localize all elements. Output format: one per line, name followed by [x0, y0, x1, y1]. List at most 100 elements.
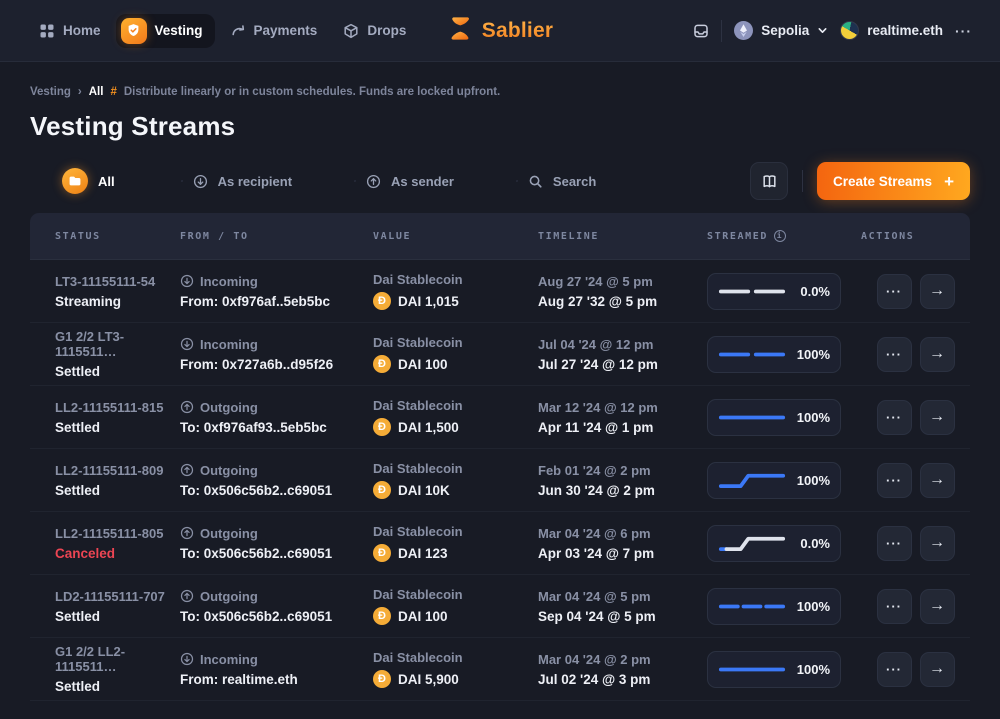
table-body: LT3-11155111-54 Streaming Incoming From:…: [30, 260, 970, 701]
actions-cell: ··· →: [861, 463, 970, 498]
stream-id: LL2-11155111-809: [55, 463, 180, 478]
streamed-sparkline: [718, 281, 786, 302]
dai-coin-icon: Ð: [373, 418, 391, 436]
stream-status: Settled: [55, 679, 180, 694]
row-open-button[interactable]: →: [920, 526, 955, 561]
nav-item-label: Payments: [254, 23, 318, 38]
row-open-button[interactable]: →: [920, 463, 955, 498]
navbar: HomeVesting Payments Drops Sablier: [0, 0, 1000, 62]
actions-cell: ··· →: [861, 526, 970, 561]
row-open-button[interactable]: →: [920, 652, 955, 687]
counterparty: To: 0x506c56b2..c69051: [180, 609, 373, 624]
row-menu-button[interactable]: ···: [877, 652, 912, 687]
table-row[interactable]: G1 2/2 LT3-1115511… Settled Incoming Fro…: [30, 323, 970, 386]
stream-id: LL2-11155111-815: [55, 400, 180, 415]
row-open-button[interactable]: →: [920, 337, 955, 372]
value-cell: Dai Stablecoin Ð DAI 100: [373, 335, 538, 373]
direction-label: Outgoing: [200, 400, 258, 415]
row-menu-button[interactable]: ···: [877, 526, 912, 561]
cube-icon: [343, 23, 359, 39]
status-cell: LL2-11155111-815 Settled: [55, 400, 180, 435]
status-cell: LT3-11155111-54 Streaming: [55, 274, 180, 309]
search-icon: [528, 174, 543, 189]
info-icon: i: [774, 230, 786, 242]
row-open-button[interactable]: →: [920, 589, 955, 624]
breadcrumb-current[interactable]: All: [89, 86, 104, 98]
tab-as-recipient[interactable]: As recipient: [155, 155, 318, 207]
nav-item-vesting[interactable]: Vesting: [116, 14, 215, 48]
tab-all[interactable]: All: [30, 155, 145, 207]
docs-button[interactable]: [750, 162, 788, 200]
stream-id: LL2-11155111-805: [55, 526, 180, 541]
row-menu-button[interactable]: ···: [877, 337, 912, 372]
main: Vesting › All # Distribute linearly or i…: [0, 62, 1000, 719]
value-cell: Dai Stablecoin Ð DAI 5,900: [373, 650, 538, 688]
end-time: Jun 30 '24 @ 2 pm: [538, 483, 707, 498]
nav-item-payments[interactable]: Payments: [219, 15, 329, 47]
row-menu-button[interactable]: ···: [877, 589, 912, 624]
row-menu-button[interactable]: ···: [877, 463, 912, 498]
streamed-cell: 0.0%: [707, 273, 861, 310]
token-name: Dai Stablecoin: [373, 461, 538, 476]
end-time: Jul 02 '24 @ 3 pm: [538, 672, 707, 687]
tab-label: All: [98, 174, 115, 189]
breadcrumb-vesting[interactable]: Vesting: [30, 86, 71, 98]
streamed-sparkline: [718, 533, 786, 554]
table-row[interactable]: LD2-11155111-707 Settled Outgoing To: 0x…: [30, 575, 970, 638]
amount: DAI 1,500: [398, 420, 459, 435]
nav-items: HomeVesting Payments Drops: [28, 14, 417, 48]
table-row[interactable]: LL2-11155111-809 Settled Outgoing To: 0x…: [30, 449, 970, 512]
table-row[interactable]: LL2-11155111-805 Canceled Outgoing To: 0…: [30, 512, 970, 575]
streamed-progress: 100%: [707, 462, 841, 499]
network-selector[interactable]: Sepolia: [734, 21, 828, 40]
row-open-button[interactable]: →: [920, 400, 955, 435]
nav-item-drops[interactable]: Drops: [332, 15, 417, 47]
table-row[interactable]: LT3-11155111-54 Streaming Incoming From:…: [30, 260, 970, 323]
tab-background: [180, 180, 182, 182]
streamed-progress: 0.0%: [707, 525, 841, 562]
row-open-button[interactable]: →: [920, 274, 955, 309]
column-header-label: ACTIONS: [861, 231, 914, 242]
streamed-sparkline: [718, 596, 786, 617]
shield-check-icon: [121, 18, 147, 44]
inbox-button[interactable]: [693, 23, 709, 39]
column-header-status: STATUS: [55, 231, 180, 242]
tab-as-sender[interactable]: As sender: [328, 155, 480, 207]
timeline-cell: Feb 01 '24 @ 2 pm Jun 30 '24 @ 2 pm: [538, 463, 707, 498]
nav-item-home[interactable]: Home: [28, 15, 112, 47]
streamed-progress: 100%: [707, 651, 841, 688]
counterparty: To: 0x506c56b2..c69051: [180, 546, 373, 561]
timeline-cell: Mar 04 '24 @ 2 pm Jul 02 '24 @ 3 pm: [538, 652, 707, 687]
arrow-up-circle-icon: [180, 400, 194, 414]
table-row[interactable]: LL2-11155111-815 Settled Outgoing To: 0x…: [30, 386, 970, 449]
hash-icon: #: [110, 86, 116, 98]
streamed-sparkline: [718, 470, 786, 491]
start-time: Mar 04 '24 @ 5 pm: [538, 589, 707, 604]
streamed-cell: 100%: [707, 336, 861, 373]
tab-background: [516, 180, 518, 182]
row-menu-button[interactable]: ···: [877, 400, 912, 435]
table-row[interactable]: G1 2/2 LL2-1115511… Settled Incoming Fro…: [30, 638, 970, 701]
stream-id: LD2-11155111-707: [55, 589, 180, 604]
avatar: [840, 21, 859, 40]
page-title: Vesting Streams: [30, 111, 970, 142]
streamed-sparkline: [718, 407, 786, 428]
folder-icon: [62, 168, 88, 194]
tab-search[interactable]: Search: [490, 155, 622, 207]
tab-background: [354, 180, 356, 182]
streamed-percent: 100%: [797, 473, 830, 488]
value-cell: Dai Stablecoin Ð DAI 100: [373, 587, 538, 625]
account-menu-button[interactable]: ···: [955, 23, 972, 39]
direction-label: Incoming: [200, 652, 258, 667]
status-cell: LD2-11155111-707 Settled: [55, 589, 180, 624]
token-name: Dai Stablecoin: [373, 335, 538, 350]
account-button[interactable]: realtime.eth: [840, 21, 943, 40]
row-menu-button[interactable]: ···: [877, 274, 912, 309]
create-streams-button[interactable]: Create Streams +: [817, 162, 970, 200]
brand[interactable]: Sablier: [447, 15, 553, 47]
arrow-down-circle-icon: [180, 274, 194, 288]
direction-label: Outgoing: [200, 526, 258, 541]
stream-status: Settled: [55, 483, 180, 498]
timeline-cell: Mar 04 '24 @ 5 pm Sep 04 '24 @ 5 pm: [538, 589, 707, 624]
table-header: STATUSFROM / TOVALUETIMELINESTREAMEDiACT…: [30, 213, 970, 260]
